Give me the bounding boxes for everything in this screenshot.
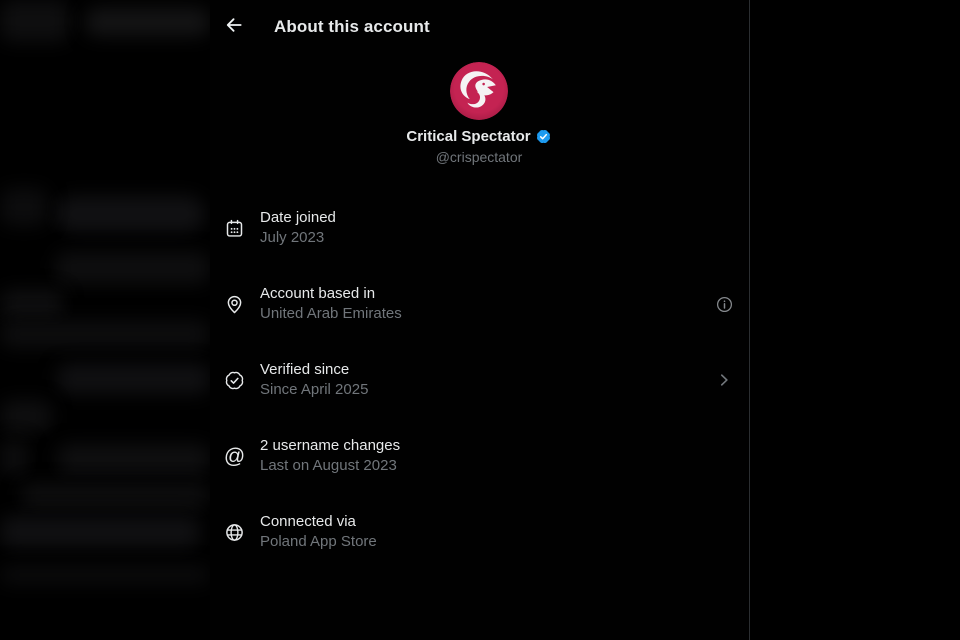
row-title: 2 username changes bbox=[260, 436, 735, 456]
account-info-list: Date joined July 2023 Account based in U… bbox=[210, 190, 748, 570]
display-name: Critical Spectator bbox=[406, 128, 530, 145]
page-title: About this account bbox=[274, 17, 430, 37]
row-title: Date joined bbox=[260, 208, 735, 228]
about-account-panel: About this account C bbox=[210, 0, 748, 640]
row-title: Verified since bbox=[260, 360, 713, 380]
chevron-right-icon bbox=[713, 369, 735, 391]
row-subtitle: Since April 2025 bbox=[260, 380, 713, 400]
avatar bbox=[450, 62, 508, 120]
verified-seal-icon bbox=[224, 370, 245, 391]
row-title: Account based in bbox=[260, 284, 713, 304]
verified-badge-icon bbox=[535, 128, 552, 145]
bg-blob bbox=[55, 252, 210, 284]
column-divider bbox=[749, 0, 750, 640]
row-verified-since[interactable]: Verified since Since April 2025 bbox=[210, 342, 748, 418]
user-handle: @crispectator bbox=[436, 149, 523, 165]
bg-blob bbox=[0, 566, 210, 584]
row-subtitle: United Arab Emirates bbox=[260, 304, 713, 324]
row-subtitle: Last on August 2023 bbox=[260, 456, 735, 476]
bg-blob bbox=[20, 484, 210, 508]
bg-blob bbox=[57, 364, 210, 394]
bg-blob bbox=[0, 400, 52, 432]
calendar-icon bbox=[224, 218, 245, 239]
at-symbol-icon: @ bbox=[224, 446, 245, 467]
row-connected-via: Connected via Poland App Store bbox=[210, 494, 748, 570]
display-name-row: Critical Spectator bbox=[406, 128, 551, 145]
bg-blob bbox=[0, 516, 200, 548]
row-subtitle: July 2023 bbox=[260, 228, 735, 248]
panel-header: About this account bbox=[210, 0, 748, 53]
row-subtitle: Poland App Store bbox=[260, 532, 735, 552]
row-title: Connected via bbox=[260, 512, 735, 532]
arrow-left-icon bbox=[224, 15, 244, 38]
info-icon[interactable] bbox=[713, 293, 735, 315]
profile-summary: Critical Spectator @crispectator bbox=[210, 62, 748, 165]
location-pin-icon bbox=[224, 294, 245, 315]
row-username-changes: @ 2 username changes Last on August 2023 bbox=[210, 418, 748, 494]
row-date-joined: Date joined July 2023 bbox=[210, 190, 748, 266]
back-button[interactable] bbox=[224, 17, 244, 37]
bg-blob bbox=[85, 8, 210, 36]
bg-blob bbox=[0, 188, 48, 226]
lion-logo-icon bbox=[450, 62, 508, 120]
globe-icon bbox=[224, 522, 245, 543]
bg-blob bbox=[0, 290, 64, 318]
row-account-based-in: Account based in United Arab Emirates bbox=[210, 266, 748, 342]
bg-blob bbox=[55, 196, 205, 232]
bg-blob bbox=[0, 320, 210, 348]
bg-blob bbox=[57, 444, 210, 474]
bg-blob bbox=[0, 0, 70, 42]
bg-blob bbox=[0, 440, 28, 476]
